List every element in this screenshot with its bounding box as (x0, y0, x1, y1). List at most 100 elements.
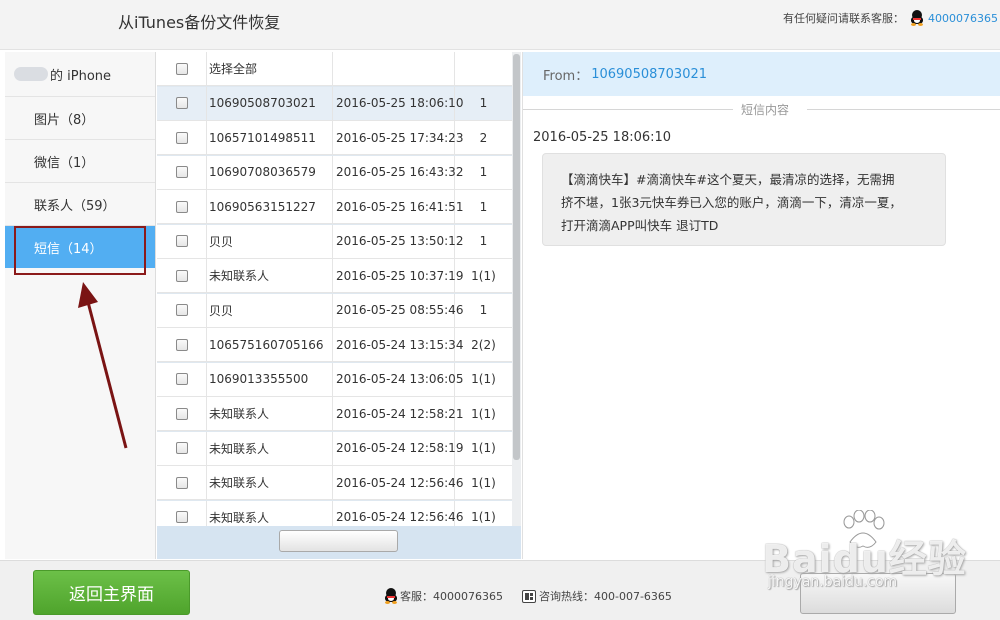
row-time: 2016-05-25 16:43:32 (333, 155, 463, 189)
table-row[interactable]: 未知联系人 2016-05-24 12:58:19 1(1) (157, 431, 512, 466)
message-bubble: 【滴滴快车】#滴滴快车#这个夏天，最清凉的选择，无需拥 挤不堪，1张3元快车券已… (542, 153, 946, 246)
message-list-panel: 选择全部 10690508703021 2016-05-25 18:06:10 1 10… (157, 52, 521, 559)
row-checkbox[interactable] (175, 235, 188, 247)
row-checkbox[interactable] (175, 269, 188, 282)
row-contact: 未知联系人 (207, 397, 333, 430)
section-divider: 短信内容 (523, 96, 1000, 122)
select-all-checkbox[interactable] (175, 62, 188, 75)
sidebar-item-wechat[interactable]: 微信（1） (5, 139, 155, 182)
list-scrollbar[interactable] (512, 52, 521, 526)
category-sidebar: 的 iPhone 图片（8） 微信（1） 联系人（59） 短信（14） (5, 52, 156, 559)
row-contact: 10690563151227 (207, 190, 333, 223)
row-count: 1 (479, 199, 488, 214)
from-label: From： (543, 68, 589, 84)
sidebar-item-contacts[interactable]: 联系人（59） (5, 182, 155, 225)
row-time: 2016-05-25 10:37:19 (333, 259, 463, 292)
footer-hotline-label: 咨询热线：400-007-6365 (539, 590, 672, 603)
row-check-cell (157, 121, 207, 154)
footer-qq-contact: 客服：4000076365 (384, 588, 503, 604)
row-time: 2016-05-25 18:06:10 (333, 86, 463, 120)
row-time: 2016-05-25 13:50:12 (333, 224, 463, 258)
table-row[interactable]: 1069013355500 2016-05-24 13:06:05 1(1) (157, 362, 512, 397)
device-name: 的 iPhone (5, 52, 155, 96)
redacted-name (14, 67, 48, 81)
row-count: 2(2) (471, 337, 496, 352)
row-checkbox[interactable] (175, 407, 188, 420)
table-row[interactable]: 10690508703021 2016-05-25 18:06:10 1 (157, 86, 512, 121)
row-count: 1 (479, 303, 488, 317)
select-all-cell (157, 52, 207, 85)
row-check-cell (157, 293, 207, 327)
row-check-cell (157, 431, 207, 465)
message-detail-panel: From： 10690508703021 短信内容 2016-05-25 18:… (522, 52, 1000, 559)
row-count: 1(1) (471, 475, 496, 490)
table-row[interactable]: 贝贝 2016-05-25 08:55:46 1 (157, 293, 512, 328)
app-header: 从iTunes备份文件恢复 有任何疑问请联系客服： 4000076365 (0, 0, 1000, 50)
from-bar: From： 10690508703021 (523, 52, 1000, 96)
table-row[interactable]: 10657101498511 2016-05-25 17:34:23 2 (157, 121, 512, 155)
sidebar-item-sms[interactable]: 短信（14） (5, 225, 155, 275)
table-row[interactable]: 10690708036579 2016-05-25 16:43:32 1 (157, 155, 512, 190)
message-line: 打开滴滴APP叫快车 退订TD (561, 218, 719, 233)
row-time: 2016-05-24 13:06:05 (333, 362, 463, 396)
table-row[interactable]: 未知联系人 2016-05-24 12:58:21 1(1) (157, 397, 512, 431)
header-support: 有任何疑问请联系客服： 4000076365 (783, 10, 998, 26)
sidebar-item-label: 微信（1） (34, 155, 95, 171)
table-row[interactable]: 贝贝 2016-05-25 13:50:12 1 (157, 224, 512, 259)
select-all-label[interactable]: 选择全部 (207, 52, 333, 85)
table-row[interactable]: 106575160705166 2016-05-24 13:15:34 2(2) (157, 328, 512, 362)
message-line: 挤不堪，1张3元快车券已入您的账户，滴滴一下，清凉一夏， (561, 195, 902, 210)
table-row[interactable]: 10690563151227 2016-05-25 16:41:51 1 (157, 190, 512, 224)
row-count: 1(1) (471, 406, 496, 421)
sidebar-item-photos[interactable]: 图片（8） (5, 96, 155, 139)
row-count: 1(1) (471, 268, 496, 283)
table-row[interactable]: 未知联系人 2016-05-25 10:37:19 1(1) (157, 259, 512, 293)
bottom-bar: 返回主界面 客服：4000076365 咨询热线：400-007-6365 (0, 560, 1000, 620)
scroll-thumb[interactable] (513, 54, 520, 460)
row-checkbox[interactable] (175, 338, 188, 351)
row-time: 2016-05-24 12:58:19 (333, 431, 463, 465)
row-check-cell (157, 466, 207, 499)
row-checkbox[interactable] (175, 304, 188, 316)
next-button[interactable] (800, 573, 956, 614)
row-time: 2016-05-25 08:55:46 (333, 293, 463, 327)
from-number: 10690508703021 (591, 66, 708, 82)
list-footer (157, 526, 521, 559)
row-count: 1(1) (471, 372, 496, 386)
footer-qq-label: 客服：4000076365 (400, 590, 503, 603)
row-checkbox[interactable] (175, 442, 188, 454)
row-checkbox[interactable] (175, 97, 188, 109)
window-title: 从iTunes备份文件恢复 (118, 13, 281, 32)
row-check-cell (157, 86, 207, 120)
support-phone-link[interactable]: 4000076365 (928, 12, 998, 25)
row-checkbox[interactable] (175, 200, 188, 213)
row-contact: 未知联系人 (207, 431, 333, 465)
row-checkbox[interactable] (175, 373, 188, 385)
row-count: 1(1) (471, 441, 496, 455)
section-label: 短信内容 (741, 103, 790, 117)
sidebar-item-label: 联系人（59） (34, 198, 116, 214)
row-check-cell (157, 224, 207, 258)
message-time: 2016-05-25 18:06:10 (533, 130, 672, 145)
row-checkbox[interactable] (175, 166, 188, 178)
header-count-cell (455, 52, 512, 85)
row-contact: 10657101498511 (207, 121, 333, 154)
row-count: 2 (479, 130, 488, 145)
hotline-phone-icon (522, 589, 536, 603)
row-checkbox[interactable] (175, 511, 188, 523)
row-contact: 未知联系人 (207, 466, 333, 499)
sidebar-item-label: 短信（14） (34, 241, 103, 257)
row-checkbox[interactable] (175, 476, 188, 489)
row-checkbox[interactable] (175, 131, 188, 144)
list-header-row: 选择全部 (157, 52, 512, 86)
back-to-main-button[interactable]: 返回主界面 (33, 570, 190, 615)
row-contact: 贝贝 (207, 224, 333, 258)
table-row[interactable]: 未知联系人 2016-05-24 12:56:46 1(1) (157, 466, 512, 500)
device-suffix: 的 iPhone (50, 68, 112, 84)
list-footer-button[interactable] (279, 530, 398, 552)
row-contact: 106575160705166 (207, 328, 333, 361)
qq-penguin-icon (384, 588, 398, 604)
row-time: 2016-05-25 17:34:23 (333, 121, 463, 154)
row-check-cell (157, 328, 207, 361)
row-check-cell (157, 362, 207, 396)
